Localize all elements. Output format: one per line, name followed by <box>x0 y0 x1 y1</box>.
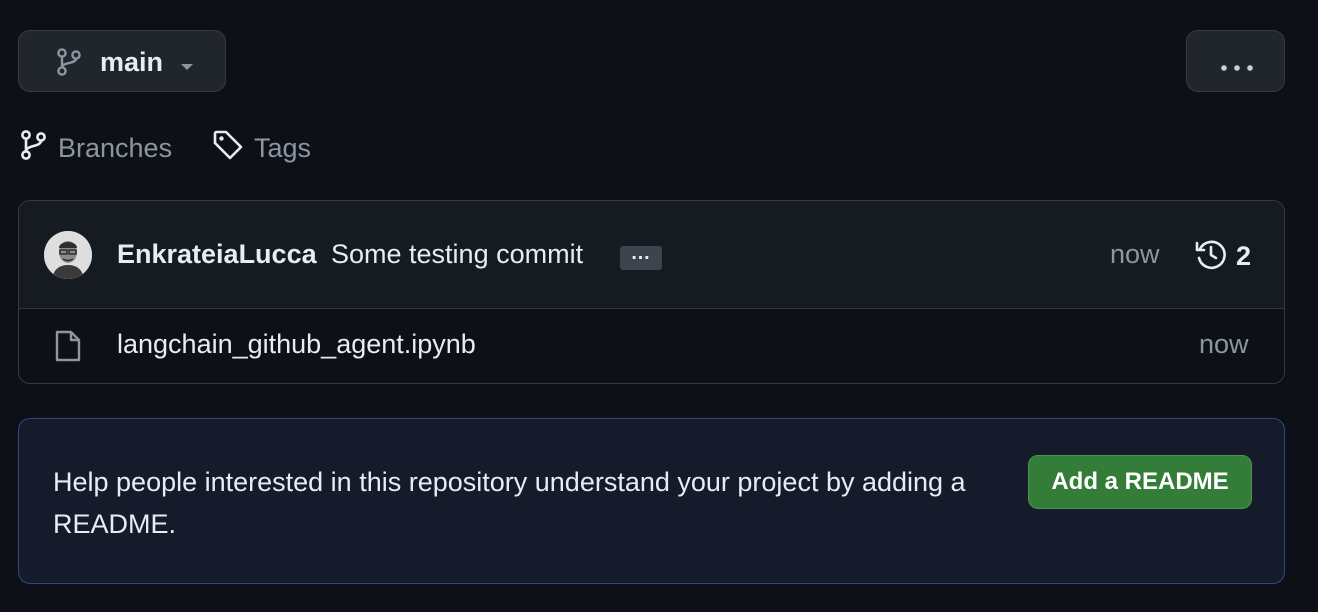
latest-commit-row: EnkrateiaLucca Some testing commit … now… <box>19 201 1284 309</box>
expand-commit-message-button[interactable]: … <box>620 242 662 270</box>
ellipsis-text: … <box>630 242 652 264</box>
file-time: now <box>1199 329 1249 359</box>
branch-selector-button[interactable]: main <box>18 30 226 92</box>
commit-message[interactable]: Some testing commit <box>331 239 583 270</box>
commit-time: now <box>1110 239 1160 269</box>
file-row[interactable]: langchain_github_agent.ipynb now <box>19 309 1284 383</box>
history-icon <box>1194 237 1228 276</box>
file-name[interactable]: langchain_github_agent.ipynb <box>117 329 476 360</box>
file-icon <box>54 329 82 368</box>
commit-history-link[interactable]: 2 <box>1194 237 1251 276</box>
add-readme-button[interactable]: Add a README <box>1028 455 1252 509</box>
tag-icon <box>212 129 244 168</box>
branches-label: Branches <box>58 132 173 163</box>
more-options-button[interactable] <box>1186 30 1285 92</box>
triangle-down-icon <box>179 59 195 77</box>
commit-author[interactable]: EnkrateiaLucca <box>117 239 317 270</box>
readme-prompt-text: Help people interested in this repositor… <box>53 467 966 539</box>
branch-name: main <box>100 47 164 77</box>
branches-link[interactable]: Branches <box>20 129 173 168</box>
git-branch-icon <box>20 129 48 168</box>
tags-label: Tags <box>254 132 312 163</box>
commit-count: 2 <box>1236 241 1252 271</box>
kebab-horizontal-icon <box>1220 59 1254 77</box>
readme-prompt: Help people interested in this repositor… <box>18 418 1285 584</box>
tags-link[interactable]: Tags <box>212 130 311 166</box>
avatar[interactable] <box>44 231 92 279</box>
file-list: EnkrateiaLucca Some testing commit … now… <box>18 200 1285 384</box>
git-branch-icon <box>55 47 83 82</box>
